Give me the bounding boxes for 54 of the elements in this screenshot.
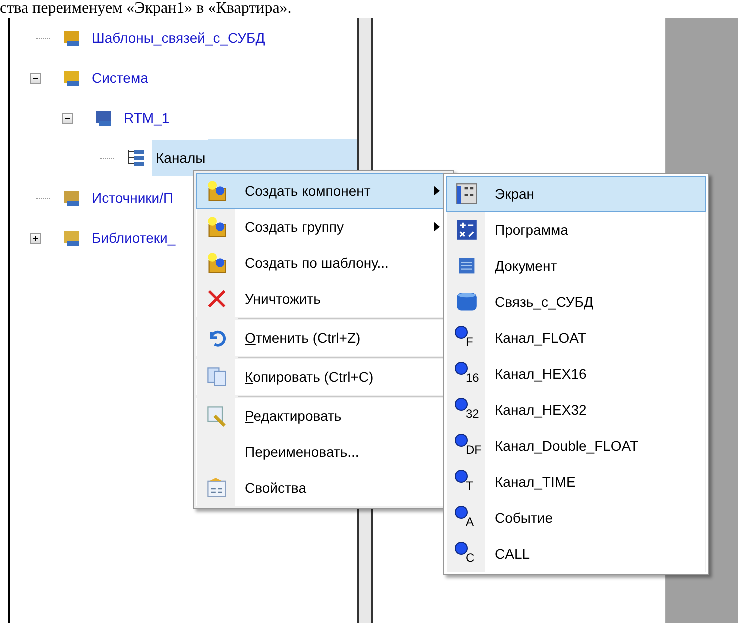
menu-item[interactable]: Экран bbox=[446, 176, 706, 212]
edit-icon bbox=[206, 405, 228, 427]
expander-icon[interactable] bbox=[62, 112, 73, 124]
menu-item[interactable]: 16 Канал_HEX16 bbox=[446, 356, 706, 392]
menu-item[interactable]: F Канал_FLOAT bbox=[446, 320, 706, 356]
menu-item-label: Свойства bbox=[245, 480, 306, 496]
database-icon bbox=[456, 291, 478, 313]
menu-item-label: Создать группу bbox=[245, 219, 344, 235]
folder-icon bbox=[62, 228, 82, 248]
folder-star-icon bbox=[206, 216, 228, 238]
tree-item[interactable]: RTM_1 bbox=[120, 100, 172, 136]
expander-icon[interactable] bbox=[30, 72, 41, 84]
document-text: ства переименуем «Экран1» в «Квартира». bbox=[0, 0, 292, 18]
menu-item-label: CALL bbox=[495, 546, 530, 562]
folder-star-icon bbox=[206, 180, 228, 202]
tree-item[interactable]: Шаблоны_связей_с_СУБД bbox=[88, 20, 268, 56]
menu-item[interactable]: T Канал_TIME bbox=[446, 464, 706, 500]
menu-item[interactable]: 32 Канал_HEX32 bbox=[446, 392, 706, 428]
tree-item[interactable]: Каналы bbox=[152, 140, 208, 176]
tree-item[interactable]: Библиотеки_ bbox=[88, 220, 178, 256]
folder-star-icon bbox=[206, 252, 228, 274]
menu-item-label: Переименовать... bbox=[245, 444, 360, 460]
menu-item-label: Копировать (Ctrl+C) bbox=[245, 369, 374, 385]
screen-icon bbox=[456, 183, 478, 205]
list-icon bbox=[126, 148, 146, 168]
menu-item-label: Канал_FLOAT bbox=[495, 330, 586, 346]
folder-icon bbox=[62, 28, 82, 48]
menu-item-label: Редактировать bbox=[245, 408, 342, 424]
menu-item-label: Канал_HEX16 bbox=[495, 366, 587, 382]
menu-item-label: Создать компонент bbox=[245, 183, 371, 199]
menu-item[interactable]: A Событие bbox=[446, 500, 706, 536]
menu-item-label: Канал_HEX32 bbox=[495, 402, 587, 418]
menu-item-label: Экран bbox=[495, 186, 534, 202]
menu-item[interactable]: Связь_с_СУБД bbox=[446, 284, 706, 320]
menu-item[interactable]: Программа bbox=[446, 212, 706, 248]
menu-item[interactable]: C CALL bbox=[446, 536, 706, 572]
menu-item-label: Программа bbox=[495, 222, 568, 238]
menu-item-label: Связь_с_СУБД bbox=[495, 294, 594, 310]
menu-item-label: Создать по шаблону... bbox=[245, 255, 389, 271]
tree-item[interactable]: Источники/П bbox=[88, 180, 176, 216]
menu-item-label: Канал_TIME bbox=[495, 474, 576, 490]
menu-item-label: Уничтожить bbox=[245, 291, 321, 307]
menu-item[interactable]: DF Канал_Double_FLOAT bbox=[446, 428, 706, 464]
properties-icon bbox=[206, 477, 228, 499]
menu-item-label: Событие bbox=[495, 510, 553, 526]
tree-item[interactable]: Система bbox=[88, 60, 150, 96]
calculator-icon bbox=[456, 219, 478, 241]
menu-item-label: Документ bbox=[495, 258, 558, 274]
menu-item-label: Канал_Double_FLOAT bbox=[495, 438, 639, 454]
menu-item[interactable]: Документ bbox=[446, 248, 706, 284]
copy-icon bbox=[206, 366, 228, 388]
cross-icon bbox=[206, 288, 228, 310]
expander-icon[interactable] bbox=[30, 232, 41, 244]
menu-item-label: Отменить (Ctrl+Z) bbox=[245, 330, 361, 346]
